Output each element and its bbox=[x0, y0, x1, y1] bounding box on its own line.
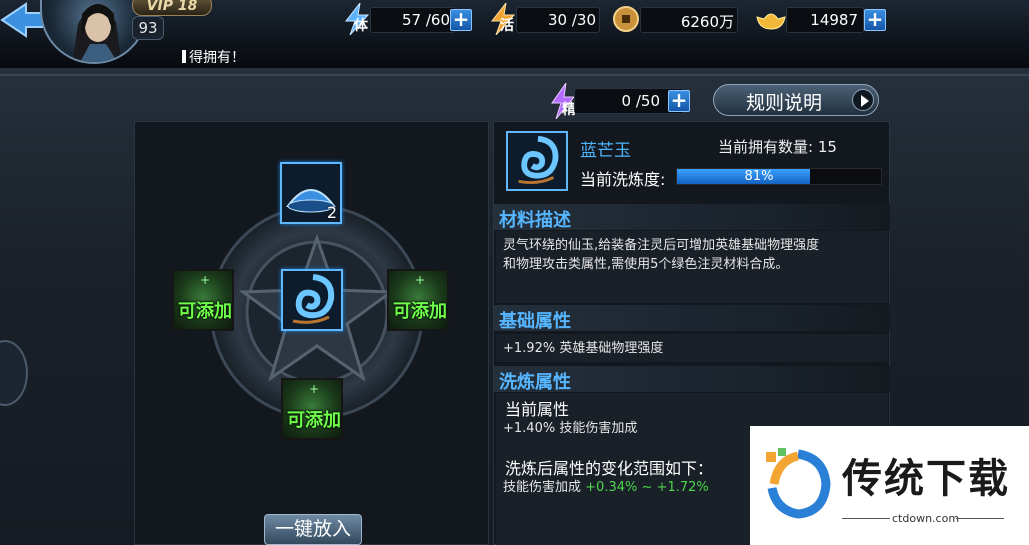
coin-icon bbox=[613, 6, 639, 32]
refine-progress-text: 81% bbox=[744, 169, 774, 184]
announcement-ticker: 得拥有！ bbox=[182, 47, 245, 67]
plus-icon: + bbox=[415, 273, 426, 287]
jing-value: 0 /50 bbox=[621, 92, 660, 110]
material-slot-top[interactable]: 2 bbox=[280, 162, 342, 224]
plus-icon: + bbox=[309, 382, 320, 396]
owned-count: 当前拥有数量: 15 bbox=[718, 138, 837, 156]
blue-jade-icon bbox=[518, 135, 559, 184]
material-section-title: 材料描述 bbox=[499, 210, 571, 231]
add-slot-label: 可添加 bbox=[178, 301, 232, 322]
watermark-divider-right bbox=[956, 518, 1004, 519]
material-section-header: 材料描述 bbox=[494, 204, 890, 231]
material-desc-line-2: 和物理攻击类属性,需使用5个绿色注灵材料合成。 bbox=[503, 257, 789, 272]
range-min: +0.34% bbox=[585, 480, 638, 495]
refine-degree-label: 当前洗炼度: bbox=[580, 170, 666, 189]
jing-resource: 精 0 /50 + bbox=[546, 83, 696, 119]
range-attr-name: 技能伤害加成 bbox=[503, 480, 582, 495]
player-level: 93 bbox=[132, 16, 164, 40]
refine-section-title: 洗炼属性 bbox=[499, 372, 571, 393]
stamina-resource: 体 57 /60 + bbox=[338, 3, 478, 35]
watermark-url: ctdown.com bbox=[892, 512, 960, 525]
play-arrow-icon bbox=[852, 89, 874, 111]
stamina-value: 57 /60 bbox=[402, 11, 450, 29]
material-desc-line-1: 灵气环绕的仙玉,给装备注灵后可增加英雄基础物理强度 bbox=[503, 238, 820, 253]
watermark-title: 传统下载 bbox=[842, 456, 1010, 502]
add-stamina-button[interactable]: + bbox=[450, 9, 472, 31]
item-name: 蓝芒玉 bbox=[580, 141, 631, 161]
current-attr-title: 当前属性 bbox=[505, 400, 570, 419]
top-bar: VIP 18 93 得拥有！ 体 57 /60 + 活 30 /30 6260万 bbox=[0, 0, 1029, 68]
plus-icon: + bbox=[200, 273, 211, 287]
base-attr: +1.92% 英雄基础物理强度 bbox=[503, 341, 664, 356]
ingots-resource: 14987 + bbox=[752, 3, 888, 35]
ticker-text: 得拥有！ bbox=[189, 50, 245, 66]
ticker-cursor bbox=[182, 50, 186, 63]
rules-button[interactable]: 规则说明 bbox=[713, 84, 879, 116]
current-attr: +1.40% 技能伤害加成 bbox=[503, 421, 638, 436]
add-slot-label: 可添加 bbox=[393, 301, 447, 322]
range-title: 洗炼后属性的变化范围如下： bbox=[505, 459, 714, 478]
range-separator: ~ bbox=[641, 480, 653, 495]
watermark-divider-left bbox=[842, 518, 890, 519]
add-jing-button[interactable]: + bbox=[668, 90, 690, 112]
base-section-header: 基础属性 bbox=[494, 305, 890, 332]
vitality-resource: 活 30 /30 bbox=[484, 3, 602, 35]
ingots-value: 14987 bbox=[810, 11, 858, 29]
material-slot-bottom[interactable]: + 可添加 bbox=[281, 378, 343, 440]
add-ingots-button[interactable]: + bbox=[864, 9, 886, 31]
vitality-label: 活 bbox=[500, 18, 514, 34]
material-slot-right[interactable]: + 可添加 bbox=[387, 269, 449, 331]
range-line: 技能伤害加成 +0.34% ~ +1.72% bbox=[503, 478, 709, 497]
vitality-value: 30 /30 bbox=[548, 11, 596, 29]
stamina-label: 体 bbox=[354, 18, 368, 34]
range-max: +1.72% bbox=[656, 480, 709, 495]
watermark: 传统下载 ctdown.com bbox=[750, 426, 1029, 545]
blue-jade-icon bbox=[292, 274, 335, 324]
coins-value: 6260万 bbox=[680, 13, 734, 31]
ctdown-logo-icon bbox=[766, 448, 831, 519]
one-click-fill-button[interactable]: 一键放入 bbox=[264, 514, 362, 545]
gold-ingot-icon bbox=[756, 13, 786, 30]
coins-resource: 6260万 bbox=[610, 3, 740, 35]
vip-badge: VIP 18 bbox=[132, 0, 212, 16]
rules-button-label: 规则说明 bbox=[746, 92, 823, 114]
slot-count: 2 bbox=[326, 203, 337, 222]
refine-progress-bar: 81% bbox=[676, 168, 882, 185]
add-slot-label: 可添加 bbox=[287, 410, 341, 431]
base-section-title: 基础属性 bbox=[499, 311, 571, 332]
target-item-slot[interactable] bbox=[281, 269, 343, 331]
refine-section-header: 洗炼属性 bbox=[494, 366, 890, 393]
item-icon-slot bbox=[506, 131, 568, 191]
material-slot-left[interactable]: + 可添加 bbox=[172, 269, 234, 331]
